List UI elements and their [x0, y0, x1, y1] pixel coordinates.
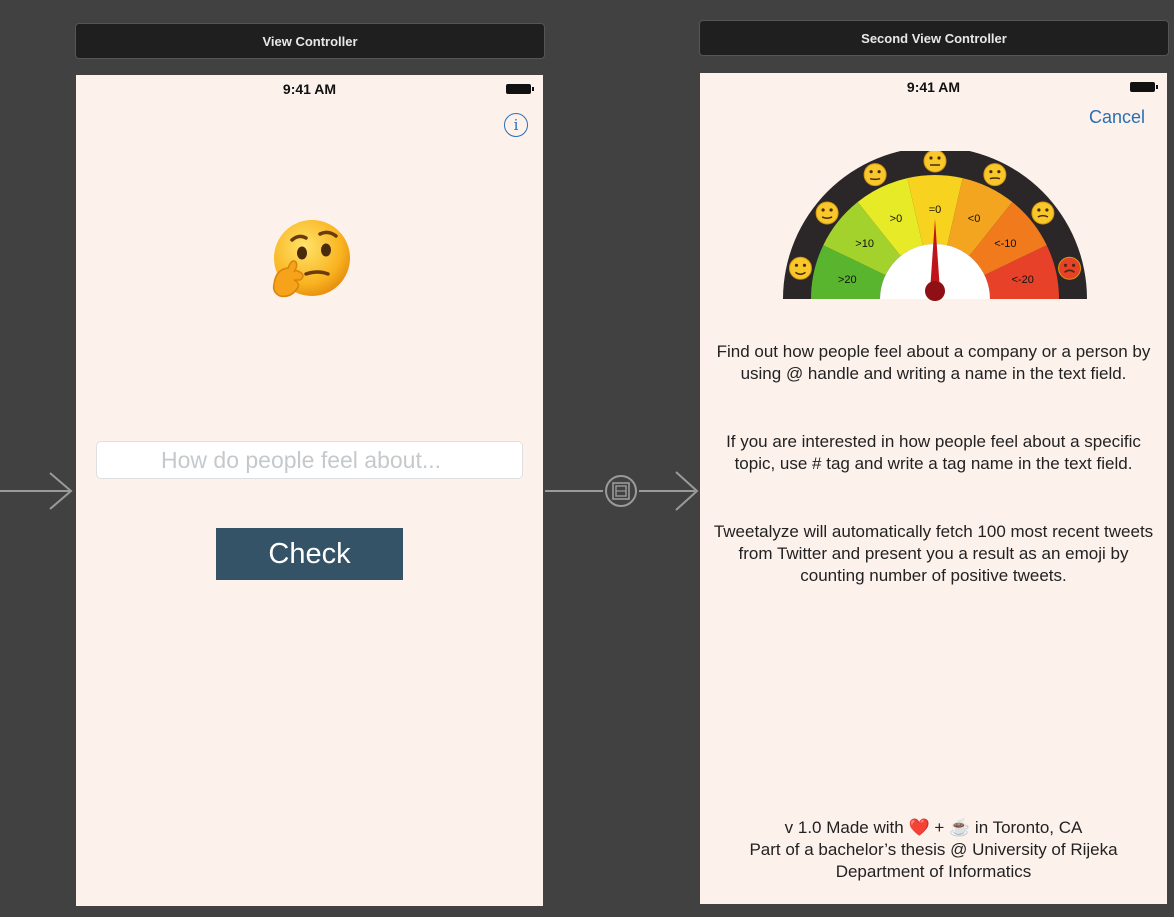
segue-modal-icon[interactable]	[603, 473, 639, 509]
description-paragraph-2: If you are interested in how people feel…	[726, 432, 1141, 473]
search-input[interactable]: How do people feel about...	[96, 441, 523, 479]
emoji-eye	[877, 170, 881, 174]
initial-entry-arrow	[0, 470, 74, 512]
heart-eyes-icon	[788, 256, 812, 280]
segue-line	[545, 490, 603, 492]
info-button[interactable]: i	[504, 113, 528, 137]
gauge-segment-label: <-10	[994, 238, 1016, 250]
footer-location: in Toronto, CA	[974, 818, 1083, 837]
description-paragraph-3: Tweetalyze will automatically fetch 100 …	[713, 522, 1154, 585]
steaming-face-icon	[1031, 201, 1055, 225]
gauge-segment-label: =0	[929, 204, 942, 216]
emoji-eye	[1071, 263, 1076, 267]
battery-icon	[506, 84, 534, 94]
emoji-eye	[997, 170, 1001, 174]
emoji-eye	[869, 170, 873, 174]
emoji-eye	[989, 170, 993, 174]
emoji-eye	[1037, 208, 1041, 212]
grinning-face-icon	[815, 201, 839, 225]
emoji-eye	[794, 263, 799, 267]
gauge-segment-label: >10	[855, 238, 874, 250]
view-controller-screen: 9:41 AM i How do people feel about... Ch…	[76, 75, 543, 906]
scene-title-bar-view-controller[interactable]: View Controller	[75, 23, 545, 59]
emoji-eye	[1045, 208, 1049, 212]
smiling-face-icon	[863, 163, 887, 187]
status-bar-time: 9:41 AM	[282, 81, 337, 97]
footer-made-with: v 1.0 Made with	[784, 818, 904, 837]
sentiment-gauge: >20 >10 >0 =0 <0 <-10 <-20	[783, 151, 1087, 301]
gauge-segment-label: >20	[838, 274, 857, 286]
gauge-needle-hub	[925, 281, 945, 301]
footer-credits: v 1.0 Made with ❤️ + ☕ in Toronto, CA Pa…	[700, 817, 1167, 883]
thinking-face-icon	[272, 220, 350, 298]
description-paragraph-1: Find out how people feel about a company…	[716, 342, 1151, 383]
emoji-eye	[929, 156, 933, 160]
angry-face-icon	[1058, 256, 1082, 280]
footer-line-2: Part of a bachelor’s thesis @ University…	[749, 840, 1118, 859]
heart-icon: ❤️	[908, 818, 930, 837]
footer-line-1: v 1.0 Made with ❤️ + ☕ in Toronto, CA	[700, 817, 1167, 839]
emoji-eye	[937, 156, 941, 160]
scene-title: View Controller	[262, 33, 358, 49]
gauge-segment-label: <0	[968, 213, 981, 225]
emoji-eye	[829, 208, 833, 212]
gauge-segment-label: <-20	[1012, 274, 1034, 286]
emoji-eye	[821, 208, 825, 212]
emoji-mouth	[989, 177, 1001, 180]
arrow-right-icon	[675, 471, 699, 511]
cancel-button[interactable]: Cancel	[1089, 107, 1145, 128]
check-button-label: Check	[268, 537, 351, 570]
emoji-mouth	[869, 177, 881, 181]
battery-icon	[1130, 82, 1158, 92]
emoji-eye	[802, 263, 807, 267]
coffee-icon: ☕	[949, 818, 971, 837]
emoji-eye	[1063, 263, 1068, 267]
info-icon: i	[513, 116, 519, 134]
search-placeholder: How do people feel about...	[161, 446, 442, 473]
frowning-face-icon	[983, 163, 1007, 187]
gauge-segment-label: >0	[890, 213, 903, 225]
neutral-face-icon	[923, 151, 947, 173]
check-button[interactable]: Check	[216, 528, 403, 580]
arrow-right-icon	[0, 472, 73, 510]
status-bar-time: 9:41 AM	[906, 79, 961, 95]
footer-plus: +	[934, 818, 945, 837]
second-view-controller-screen: 9:41 AM Cancel >20 >10 >0 =0 <0 <-10 <-20 Find…	[700, 73, 1167, 904]
scene-title-bar-second-view-controller[interactable]: Second View Controller	[699, 20, 1169, 56]
scene-title: Second View Controller	[861, 30, 1007, 46]
footer-line-3: Department of Informatics	[835, 862, 1032, 881]
